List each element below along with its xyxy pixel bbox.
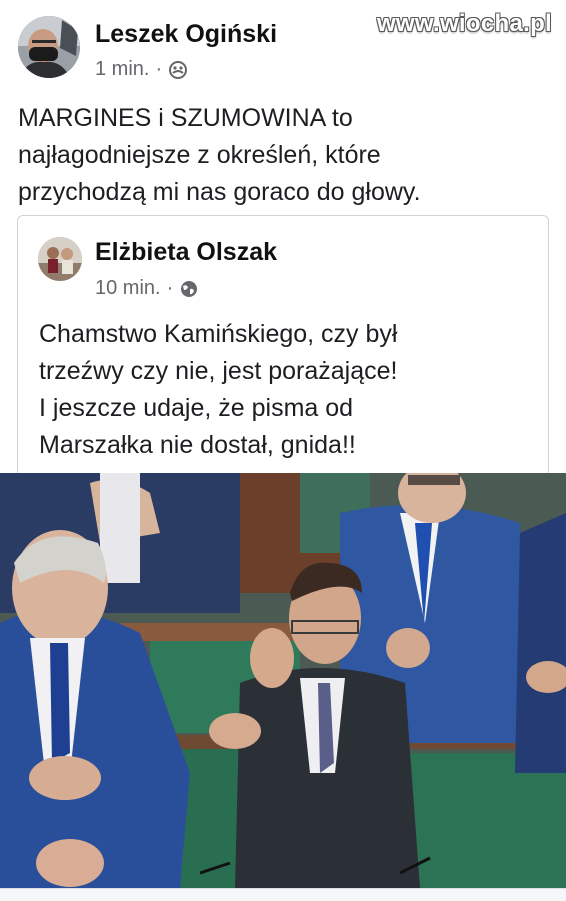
post-footer-divider	[0, 888, 566, 901]
avatar-photo-icon	[38, 237, 82, 281]
parliament-photo-image	[0, 473, 566, 888]
friends-icon[interactable]	[168, 60, 188, 80]
shared-post-line: I jeszcze udaje, że pisma od	[39, 394, 354, 422]
shared-post-line: Marszałka nie dostał, gnida!!	[39, 431, 356, 459]
site-watermark: www.wiocha.pl	[376, 10, 552, 37]
post-line: przychodzą mi nas goraco do głowy.	[18, 178, 421, 206]
shared-post-meta: 10 min. ·	[95, 277, 199, 300]
shared-post-body: Chamstwo Kamińskiego, czy był trzeźwy cz…	[39, 316, 539, 464]
shared-post-time[interactable]: 10 min.	[95, 277, 161, 300]
author-name[interactable]: Leszek Ogiński	[95, 20, 277, 49]
post-meta: 1 min. ·	[95, 58, 188, 81]
globe-icon[interactable]	[179, 279, 199, 299]
shared-author-avatar[interactable]	[38, 237, 82, 281]
post-line: najłagodniejsze z określeń, które	[18, 141, 381, 169]
meta-separator: ·	[155, 58, 163, 80]
shared-post-line: Chamstwo Kamińskiego, czy był	[39, 320, 398, 348]
shared-post-photo[interactable]	[0, 473, 566, 888]
shared-post-line: trzeźwy czy nie, jest porażające!	[39, 357, 398, 385]
author-avatar[interactable]	[18, 16, 80, 78]
post-line: MARGINES i SZUMOWINA to	[18, 104, 353, 132]
avatar-photo-icon	[18, 16, 80, 78]
post-time[interactable]: 1 min.	[95, 58, 149, 81]
shared-author-name[interactable]: Elżbieta Olszak	[95, 238, 277, 267]
post-body: MARGINES i SZUMOWINA to najłagodniejsze …	[18, 100, 548, 211]
meta-separator: ·	[166, 277, 174, 299]
